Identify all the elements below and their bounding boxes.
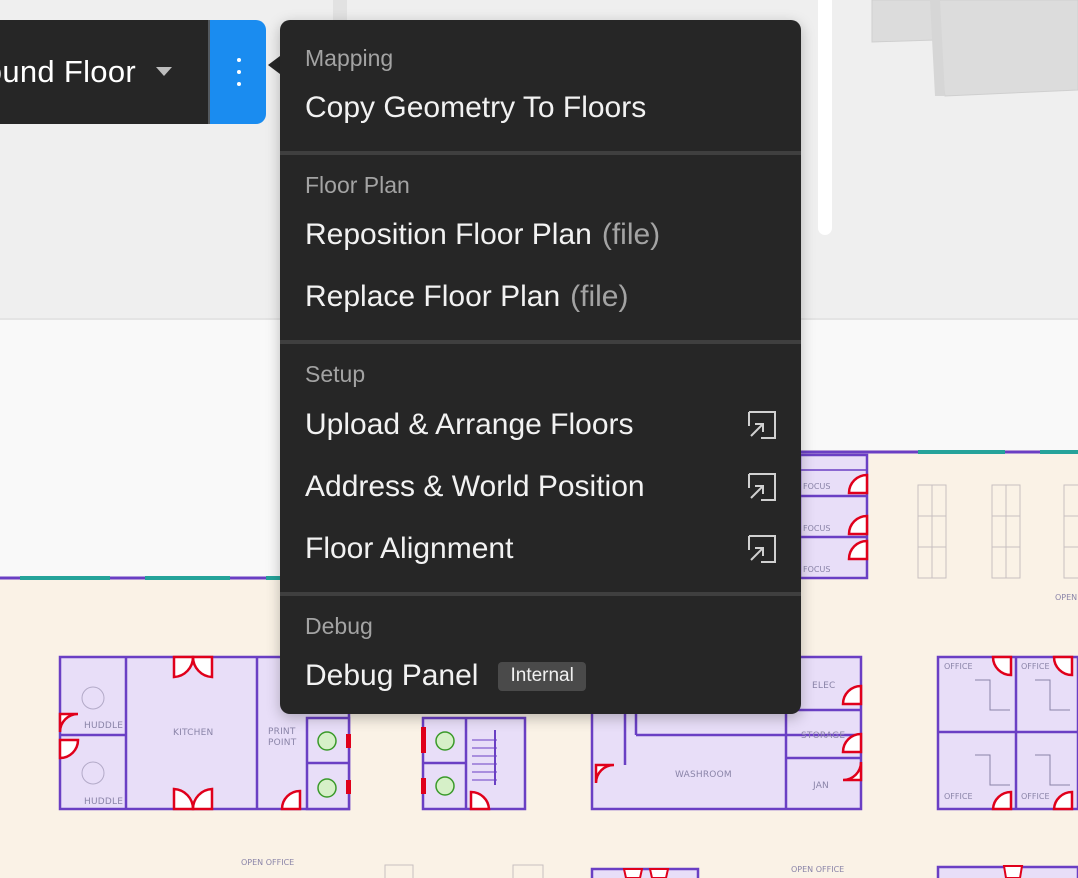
- room-label-focus: FOCUS: [803, 565, 830, 574]
- menu-item-replace-floor-plan[interactable]: Replace Floor Plan (file): [305, 274, 777, 320]
- room-label-open-office: OPEN OFFICE: [791, 865, 844, 874]
- options-menu: Mapping Copy Geometry To Floors Floor Pl…: [280, 20, 801, 714]
- room-label-focus: FOCUS: [803, 482, 830, 491]
- current-floor-label: Ground Floor: [0, 54, 136, 89]
- chevron-down-icon[interactable]: [156, 67, 172, 76]
- menu-item-suffix: (file): [601, 218, 661, 251]
- menu-item-upload-arrange-floors[interactable]: Upload & Arrange Floors: [305, 402, 777, 448]
- menu-item-floor-alignment[interactable]: Floor Alignment: [305, 526, 777, 572]
- room-label-jan: JAN: [812, 781, 829, 791]
- menu-divider: [280, 151, 801, 155]
- menu-item-label: Floor Alignment: [305, 532, 514, 565]
- room-label-focus: FOCUS: [803, 524, 830, 533]
- room-label-point: POINT: [268, 738, 297, 748]
- section-title-mapping: Mapping: [305, 45, 394, 71]
- section-title-setup: Setup: [305, 361, 366, 387]
- menu-item-copy-geometry[interactable]: Copy Geometry To Floors: [305, 85, 777, 131]
- external-link-icon: [748, 473, 776, 501]
- room-label-huddle: HUDDLE: [84, 721, 123, 731]
- menu-item-label: Copy Geometry To Floors: [305, 91, 647, 124]
- office-block[interactable]: OFFICE OFFICE OFFICE OFFICE: [936, 655, 1078, 811]
- menu-divider: [280, 340, 801, 344]
- more-options-button[interactable]: [208, 20, 266, 124]
- room-label-office: OFFICE: [944, 792, 973, 801]
- menu-item-address-world-position[interactable]: Address & World Position: [305, 464, 777, 510]
- internal-badge: Internal: [498, 661, 586, 691]
- external-link-icon: [748, 535, 776, 563]
- menu-item-debug-panel[interactable]: Debug Panel Internal: [305, 653, 777, 699]
- menu-item-label: Reposition Floor Plan: [305, 218, 592, 251]
- external-link-icon: [748, 411, 776, 439]
- menu-item-label: Address & World Position: [305, 470, 645, 503]
- menu-pointer: [268, 56, 280, 74]
- section-title-debug: Debug: [305, 613, 373, 639]
- room-label-kitchen: KITCHEN: [173, 728, 213, 738]
- menu-divider: [280, 592, 801, 596]
- room-label-storage: STORAGE: [801, 731, 845, 741]
- menu-item-label: Debug Panel: [305, 659, 479, 692]
- room-label-print: PRINT: [268, 727, 296, 737]
- focus-rooms[interactable]: FOCUS FOCUS FOCUS: [798, 453, 869, 580]
- room-label-open: OPEN: [1055, 593, 1077, 602]
- menu-item-reposition-floor-plan[interactable]: Reposition Floor Plan (file): [305, 212, 777, 258]
- floor-selector[interactable]: Ground Floor: [0, 20, 208, 124]
- menu-item-label: Upload & Arrange Floors: [305, 408, 634, 441]
- stair-block[interactable]: [421, 716, 527, 811]
- room-label-office: OFFICE: [1021, 662, 1050, 671]
- room-label-elec: ELEC: [812, 681, 835, 691]
- menu-item-label: Replace Floor Plan: [305, 280, 561, 313]
- menu-item-suffix: (file): [570, 280, 629, 313]
- room-label-office: OFFICE: [944, 662, 973, 671]
- room-label-office: OFFICE: [1021, 792, 1050, 801]
- room-label-open-office: OPEN OFFICE: [241, 858, 294, 867]
- room-label-washroom: WASHROOM: [675, 770, 732, 780]
- room-label-huddle: HUDDLE: [84, 797, 123, 807]
- section-title-floor-plan: Floor Plan: [305, 172, 410, 198]
